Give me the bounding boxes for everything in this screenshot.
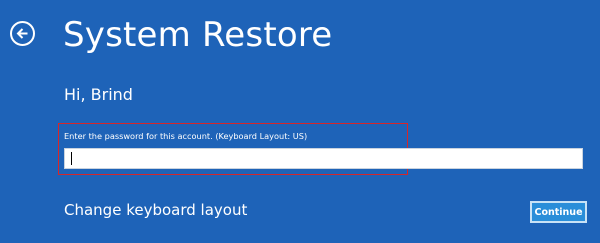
change-keyboard-layout-link[interactable]: Change keyboard layout [64,199,247,221]
greeting-text: Hi, Brind [64,85,133,104]
text-cursor [71,152,72,165]
password-field[interactable] [64,148,583,169]
back-button[interactable] [10,21,35,46]
password-prompt-label: Enter the password for this account. (Ke… [64,131,308,141]
continue-button[interactable]: Continue [530,201,587,223]
page-title: System Restore [63,15,333,55]
back-arrow-icon [16,27,29,40]
